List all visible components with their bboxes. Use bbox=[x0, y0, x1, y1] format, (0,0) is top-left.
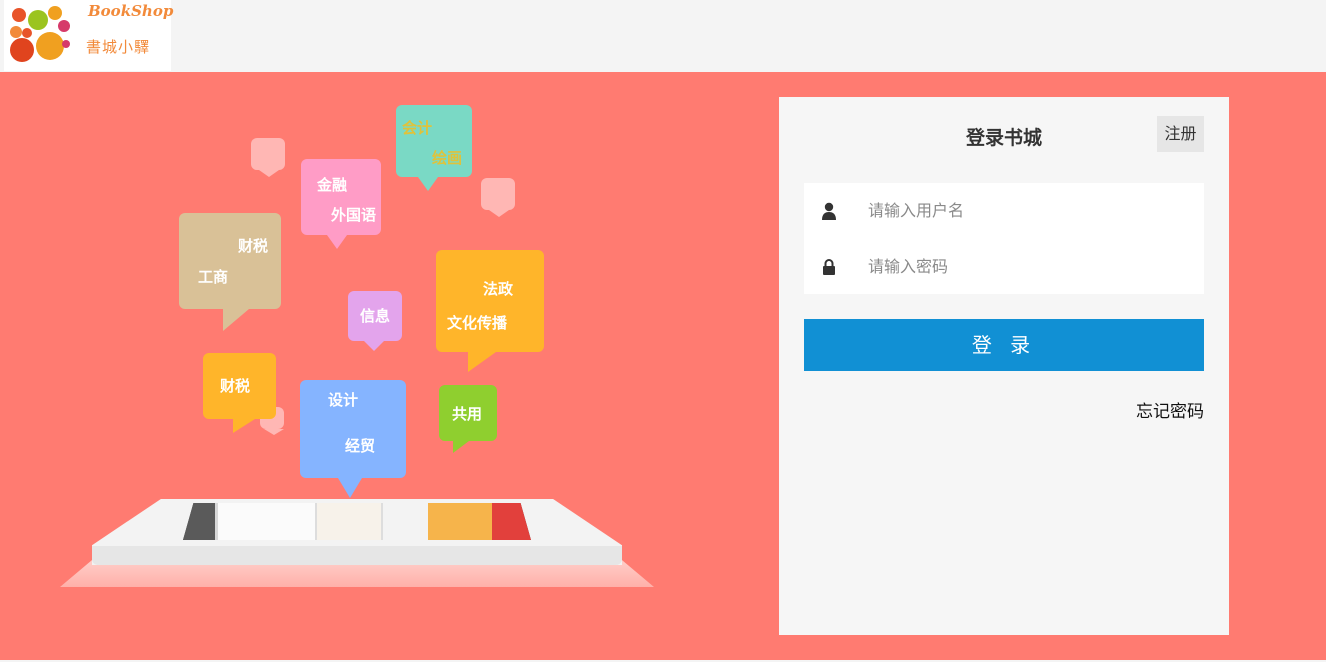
decorative-bubble bbox=[251, 138, 285, 177]
bubble-text: 信息 bbox=[360, 307, 391, 325]
bubble-text: 金融 bbox=[317, 176, 348, 194]
bubble-text: 会计 bbox=[402, 119, 433, 137]
bubble-text: 经贸 bbox=[345, 437, 376, 455]
logo-dot bbox=[22, 28, 32, 38]
username-input[interactable] bbox=[868, 201, 1188, 220]
top-bar: BookShop 書城小驛 bbox=[0, 0, 1326, 72]
bubble-finance: 金融 外国语 bbox=[301, 159, 381, 249]
register-button[interactable]: 注册 bbox=[1157, 116, 1204, 152]
book-categories-illustration: 会计 绘画 金融 外国语 财税 工商 信息 法政 文化传播 财税 设计 经贸 共… bbox=[0, 72, 760, 660]
credentials-box bbox=[804, 183, 1204, 294]
bubble-text: 设计 bbox=[328, 391, 359, 409]
logo-dot bbox=[58, 20, 70, 32]
logo-dot bbox=[10, 38, 34, 62]
login-button[interactable]: 登 录 bbox=[804, 319, 1204, 371]
bubble-text: 外国语 bbox=[331, 206, 377, 224]
forgot-password-link[interactable]: 忘记密码 bbox=[1136, 397, 1204, 422]
password-input[interactable] bbox=[868, 257, 1188, 276]
bubble-info: 信息 bbox=[348, 291, 402, 351]
logo-dot bbox=[10, 26, 22, 38]
bubble-law: 法政 文化传播 bbox=[436, 250, 544, 372]
tablet-edge bbox=[92, 546, 622, 565]
bubble-accounting: 会计 绘画 bbox=[396, 105, 472, 191]
bubble-text: 财税 bbox=[238, 237, 269, 255]
user-icon bbox=[804, 202, 854, 220]
hero-section: 会计 绘画 金融 外国语 财税 工商 信息 法政 文化传播 财税 设计 经贸 共… bbox=[0, 72, 1326, 660]
bubble-tax: 财税 bbox=[203, 353, 276, 433]
bookshop-logo[interactable]: BookShop 書城小驛 bbox=[4, 0, 174, 71]
tablet-screen bbox=[183, 503, 531, 540]
bubble-tax-business: 财税 工商 bbox=[179, 213, 281, 331]
bubble-text: 共用 bbox=[452, 405, 483, 423]
logo-dot bbox=[12, 8, 26, 22]
lock-icon bbox=[804, 258, 854, 276]
bubble-text: 绘画 bbox=[432, 149, 463, 167]
logo-dot bbox=[62, 40, 70, 48]
bubble-design: 设计 经贸 bbox=[300, 380, 406, 498]
logo-dot bbox=[36, 32, 64, 60]
bubble-text: 文化传播 bbox=[447, 314, 508, 332]
bubble-text: 工商 bbox=[198, 268, 229, 286]
logo-dot bbox=[48, 6, 62, 20]
username-row bbox=[804, 183, 1204, 238]
logo-text-cn: 書城小驛 bbox=[86, 38, 151, 56]
login-panel: 登录书城 注册 请输入用户名 登 录 忘记密码 bbox=[779, 97, 1229, 635]
bubble-text: 法政 bbox=[483, 280, 514, 298]
logo-text-en: BookShop bbox=[88, 2, 174, 20]
bubble-shared: 共用 bbox=[439, 385, 497, 453]
password-row bbox=[804, 239, 1204, 294]
decorative-bubble bbox=[481, 178, 515, 217]
bubble-text: 财税 bbox=[220, 377, 251, 395]
logo-dot bbox=[28, 10, 48, 30]
